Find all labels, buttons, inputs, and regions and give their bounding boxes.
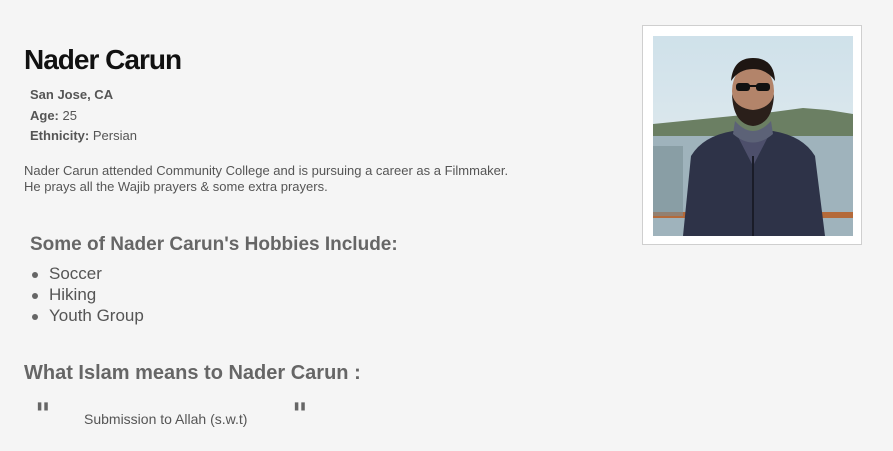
open-quote-icon: " <box>35 397 51 432</box>
location: San Jose, CA <box>30 87 114 102</box>
hobbies-list: Soccer Hiking Youth Group <box>30 263 144 326</box>
list-item: Soccer <box>30 263 144 284</box>
profile-photo-frame <box>642 25 862 245</box>
profile-name: Nader Carun <box>24 44 182 75</box>
list-item: Hiking <box>30 284 144 305</box>
islam-heading: What Islam means to Nader Carun : <box>24 362 361 384</box>
age-label: Age: <box>30 107 59 123</box>
location-line: San Jose, CA <box>30 85 137 106</box>
ethnicity-value: Persian <box>92 128 137 143</box>
bio-line-1: Nader Carun attended Community College a… <box>24 163 509 178</box>
list-item: Youth Group <box>30 305 144 326</box>
age-line: Age: 25 <box>30 106 137 127</box>
profile-meta: San Jose, CA Age: 25 Ethnicity: Persian <box>30 85 137 147</box>
ethnicity-line: Ethnicity: Persian <box>30 126 137 147</box>
hobbies-heading: Some of Nader Carun's Hobbies Include: <box>30 234 398 255</box>
profile-photo <box>653 36 853 236</box>
islam-quote: Submission to Allah (s.w.t) <box>84 411 248 427</box>
profile-bio: Nader Carun attended Community College a… <box>24 163 584 195</box>
close-quote-icon: " <box>292 397 308 432</box>
ethnicity-label: Ethnicity: <box>30 128 90 143</box>
age-value: 25 <box>62 107 77 123</box>
bio-line-2: He prays all the Wajib prayers & some ex… <box>24 179 328 194</box>
